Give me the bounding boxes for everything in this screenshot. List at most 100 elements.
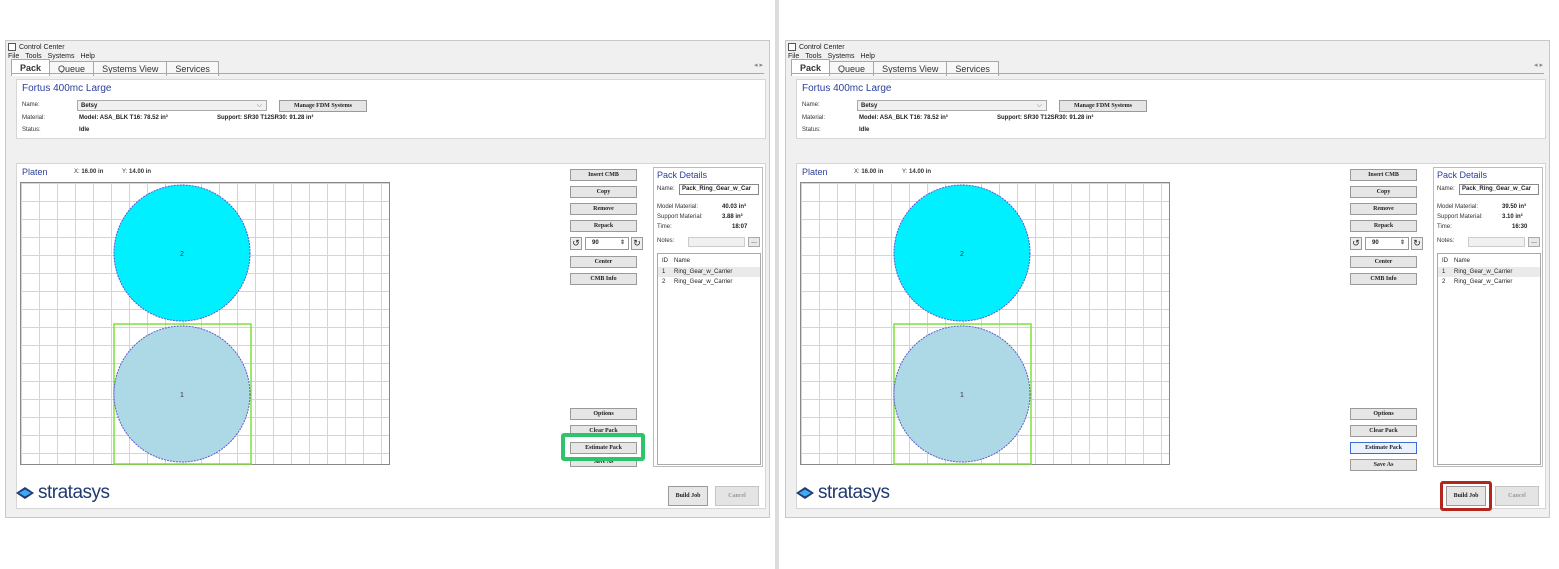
remove-button[interactable]: Remove xyxy=(570,203,637,215)
model-material-amount: 39.50 in³ xyxy=(1502,204,1527,210)
rotation-input[interactable]: 90 ⇕ xyxy=(585,237,629,250)
time-value: 18:07 xyxy=(732,224,748,230)
repack-button[interactable]: Repack xyxy=(1350,220,1417,232)
control-center-window-left: Control Center File Tools Systems Help P… xyxy=(5,40,770,518)
stratasys-logo-text: stratasys xyxy=(818,482,890,503)
support-material-amount: 3.10 in³ xyxy=(1502,214,1523,220)
center-button[interactable]: Center xyxy=(570,256,637,268)
name-label: Name: xyxy=(802,102,820,108)
notes-browse-button[interactable]: ... xyxy=(748,237,760,247)
system-name-select[interactable]: Betsy ⌵ xyxy=(857,100,1047,111)
tab-underline xyxy=(791,73,1544,74)
status-label: Status: xyxy=(802,127,821,133)
platen-y-value: 14.00 in xyxy=(129,169,152,175)
stratasys-logo-icon xyxy=(796,487,814,499)
list-header-name: Name xyxy=(674,258,691,264)
system-name-select[interactable]: Betsy ⌵ xyxy=(77,100,267,111)
rotate-cw-icon[interactable]: ↻ xyxy=(1411,237,1423,250)
clear-pack-button[interactable]: Clear Pack xyxy=(1350,425,1417,437)
platen-title: Platen xyxy=(22,167,48,177)
part-1-label: 1 xyxy=(180,392,184,399)
rotate-ccw-icon[interactable]: ↺ xyxy=(570,237,582,250)
pack-details-panel: Pack Details Name: Pack_Ring_Gear_w_Car … xyxy=(1433,167,1543,467)
pack-name-input[interactable]: Pack_Ring_Gear_w_Car xyxy=(679,184,759,195)
list-item[interactable]: 2 Ring_Gear_w_Carrier xyxy=(658,277,760,287)
rotation-control: ↺ 90 ⇕ ↻ xyxy=(570,237,646,251)
platen-x-value: 16.00 in xyxy=(861,169,884,175)
notes-input[interactable] xyxy=(1468,237,1525,247)
manage-fdm-systems-button[interactable]: Manage FDM Systems xyxy=(1059,100,1147,112)
screenshot-divider xyxy=(775,0,779,569)
pack-details-panel: Pack Details Name: Pack_Ring_Gear_w_Car … xyxy=(653,167,763,467)
options-button[interactable]: Options xyxy=(570,408,637,420)
cancel-button[interactable]: Cancel xyxy=(715,486,759,506)
part-2-label: 2 xyxy=(960,251,964,258)
copy-button[interactable]: Copy xyxy=(570,186,637,198)
spinner-icon[interactable]: ⇕ xyxy=(620,238,625,249)
repack-button[interactable]: Repack xyxy=(570,220,637,232)
rotate-ccw-icon[interactable]: ↺ xyxy=(1350,237,1362,250)
copy-button[interactable]: Copy xyxy=(1350,186,1417,198)
pack-details-title: Pack Details xyxy=(1437,170,1488,180)
list-header-name: Name xyxy=(1454,258,1471,264)
platen-grid[interactable]: 2 1 xyxy=(20,182,390,465)
notes-input[interactable] xyxy=(688,237,745,247)
center-button[interactable]: Center xyxy=(1350,256,1417,268)
estimate-pack-callout xyxy=(561,433,645,461)
support-material-value: Support: SR30 T12SR30: 91.28 in³ xyxy=(997,115,1094,121)
platen-x-label: X: xyxy=(74,169,80,175)
support-material-amount: 3.88 in³ xyxy=(722,214,743,220)
part-list: ID Name 1 Ring_Gear_w_Carrier 2 Ring_Gea… xyxy=(657,253,761,465)
cmb-info-button[interactable]: CMB Info xyxy=(1350,273,1417,285)
cmb-info-button[interactable]: CMB Info xyxy=(570,273,637,285)
tab-scroll-arrows[interactable]: ◂ ▸ xyxy=(754,61,763,69)
pack-name-input[interactable]: Pack_Ring_Gear_w_Car xyxy=(1459,184,1539,195)
rotation-input[interactable]: 90 ⇕ xyxy=(1365,237,1409,250)
build-job-button[interactable]: Build Job xyxy=(668,486,708,506)
list-item[interactable]: 1 Ring_Gear_w_Carrier xyxy=(658,267,760,277)
cancel-button[interactable]: Cancel xyxy=(1495,486,1539,506)
part-2-label: 2 xyxy=(180,251,184,258)
stratasys-logo: stratasys xyxy=(796,482,890,504)
tab-scroll-arrows[interactable]: ◂ ▸ xyxy=(1534,61,1543,69)
list-item[interactable]: 1 Ring_Gear_w_Carrier xyxy=(1438,267,1540,277)
list-item-name: Ring_Gear_w_Carrier xyxy=(674,279,733,285)
support-material-label: Support Material: xyxy=(657,214,703,220)
status-label: Status: xyxy=(22,127,41,133)
time-value: 16:30 xyxy=(1512,224,1528,230)
window-title: Control Center xyxy=(799,43,845,51)
estimate-pack-button[interactable]: Estimate Pack xyxy=(1350,442,1417,454)
insert-cmb-button[interactable]: Insert CMB xyxy=(1350,169,1417,181)
platen-grid[interactable]: 2 1 xyxy=(800,182,1170,465)
list-header-id: ID xyxy=(662,258,668,264)
tab-underline xyxy=(11,73,764,74)
list-item-id: 1 xyxy=(662,269,666,275)
insert-cmb-button[interactable]: Insert CMB xyxy=(570,169,637,181)
build-job-callout xyxy=(1440,481,1492,511)
system-name-value: Betsy xyxy=(81,103,98,109)
remove-button[interactable]: Remove xyxy=(1350,203,1417,215)
support-material-label: Support Material: xyxy=(1437,214,1483,220)
list-item-name: Ring_Gear_w_Carrier xyxy=(1454,269,1513,275)
save-as-button[interactable]: Save As xyxy=(1350,459,1417,471)
platen-title: Platen xyxy=(802,167,828,177)
manage-fdm-systems-button[interactable]: Manage FDM Systems xyxy=(279,100,367,112)
system-title: Fortus 400mc Large xyxy=(802,83,892,94)
window-title: Control Center xyxy=(19,43,65,51)
stratasys-logo-icon xyxy=(16,487,34,499)
control-center-window-right: Control Center File Tools Systems Help P… xyxy=(785,40,1550,518)
chevron-down-icon: ⌵ xyxy=(256,102,262,109)
list-item[interactable]: 2 Ring_Gear_w_Carrier xyxy=(1438,277,1540,287)
model-material-value: Model: ASA_BLK T16: 78.52 in³ xyxy=(79,115,168,121)
spinner-icon[interactable]: ⇕ xyxy=(1400,238,1405,249)
notes-browse-button[interactable]: ... xyxy=(1528,237,1540,247)
model-material-value: Model: ASA_BLK T16: 78.52 in³ xyxy=(859,115,948,121)
rotate-cw-icon[interactable]: ↻ xyxy=(631,237,643,250)
platen-canvas: 2 1 xyxy=(113,184,252,465)
system-info-box: Fortus 400mc Large Name: Betsy ⌵ Manage … xyxy=(796,79,1546,139)
pack-details-title: Pack Details xyxy=(657,170,708,180)
title-bar: Control Center xyxy=(788,43,845,51)
material-label: Material: xyxy=(802,115,826,121)
system-name-value: Betsy xyxy=(861,103,878,109)
options-button[interactable]: Options xyxy=(1350,408,1417,420)
